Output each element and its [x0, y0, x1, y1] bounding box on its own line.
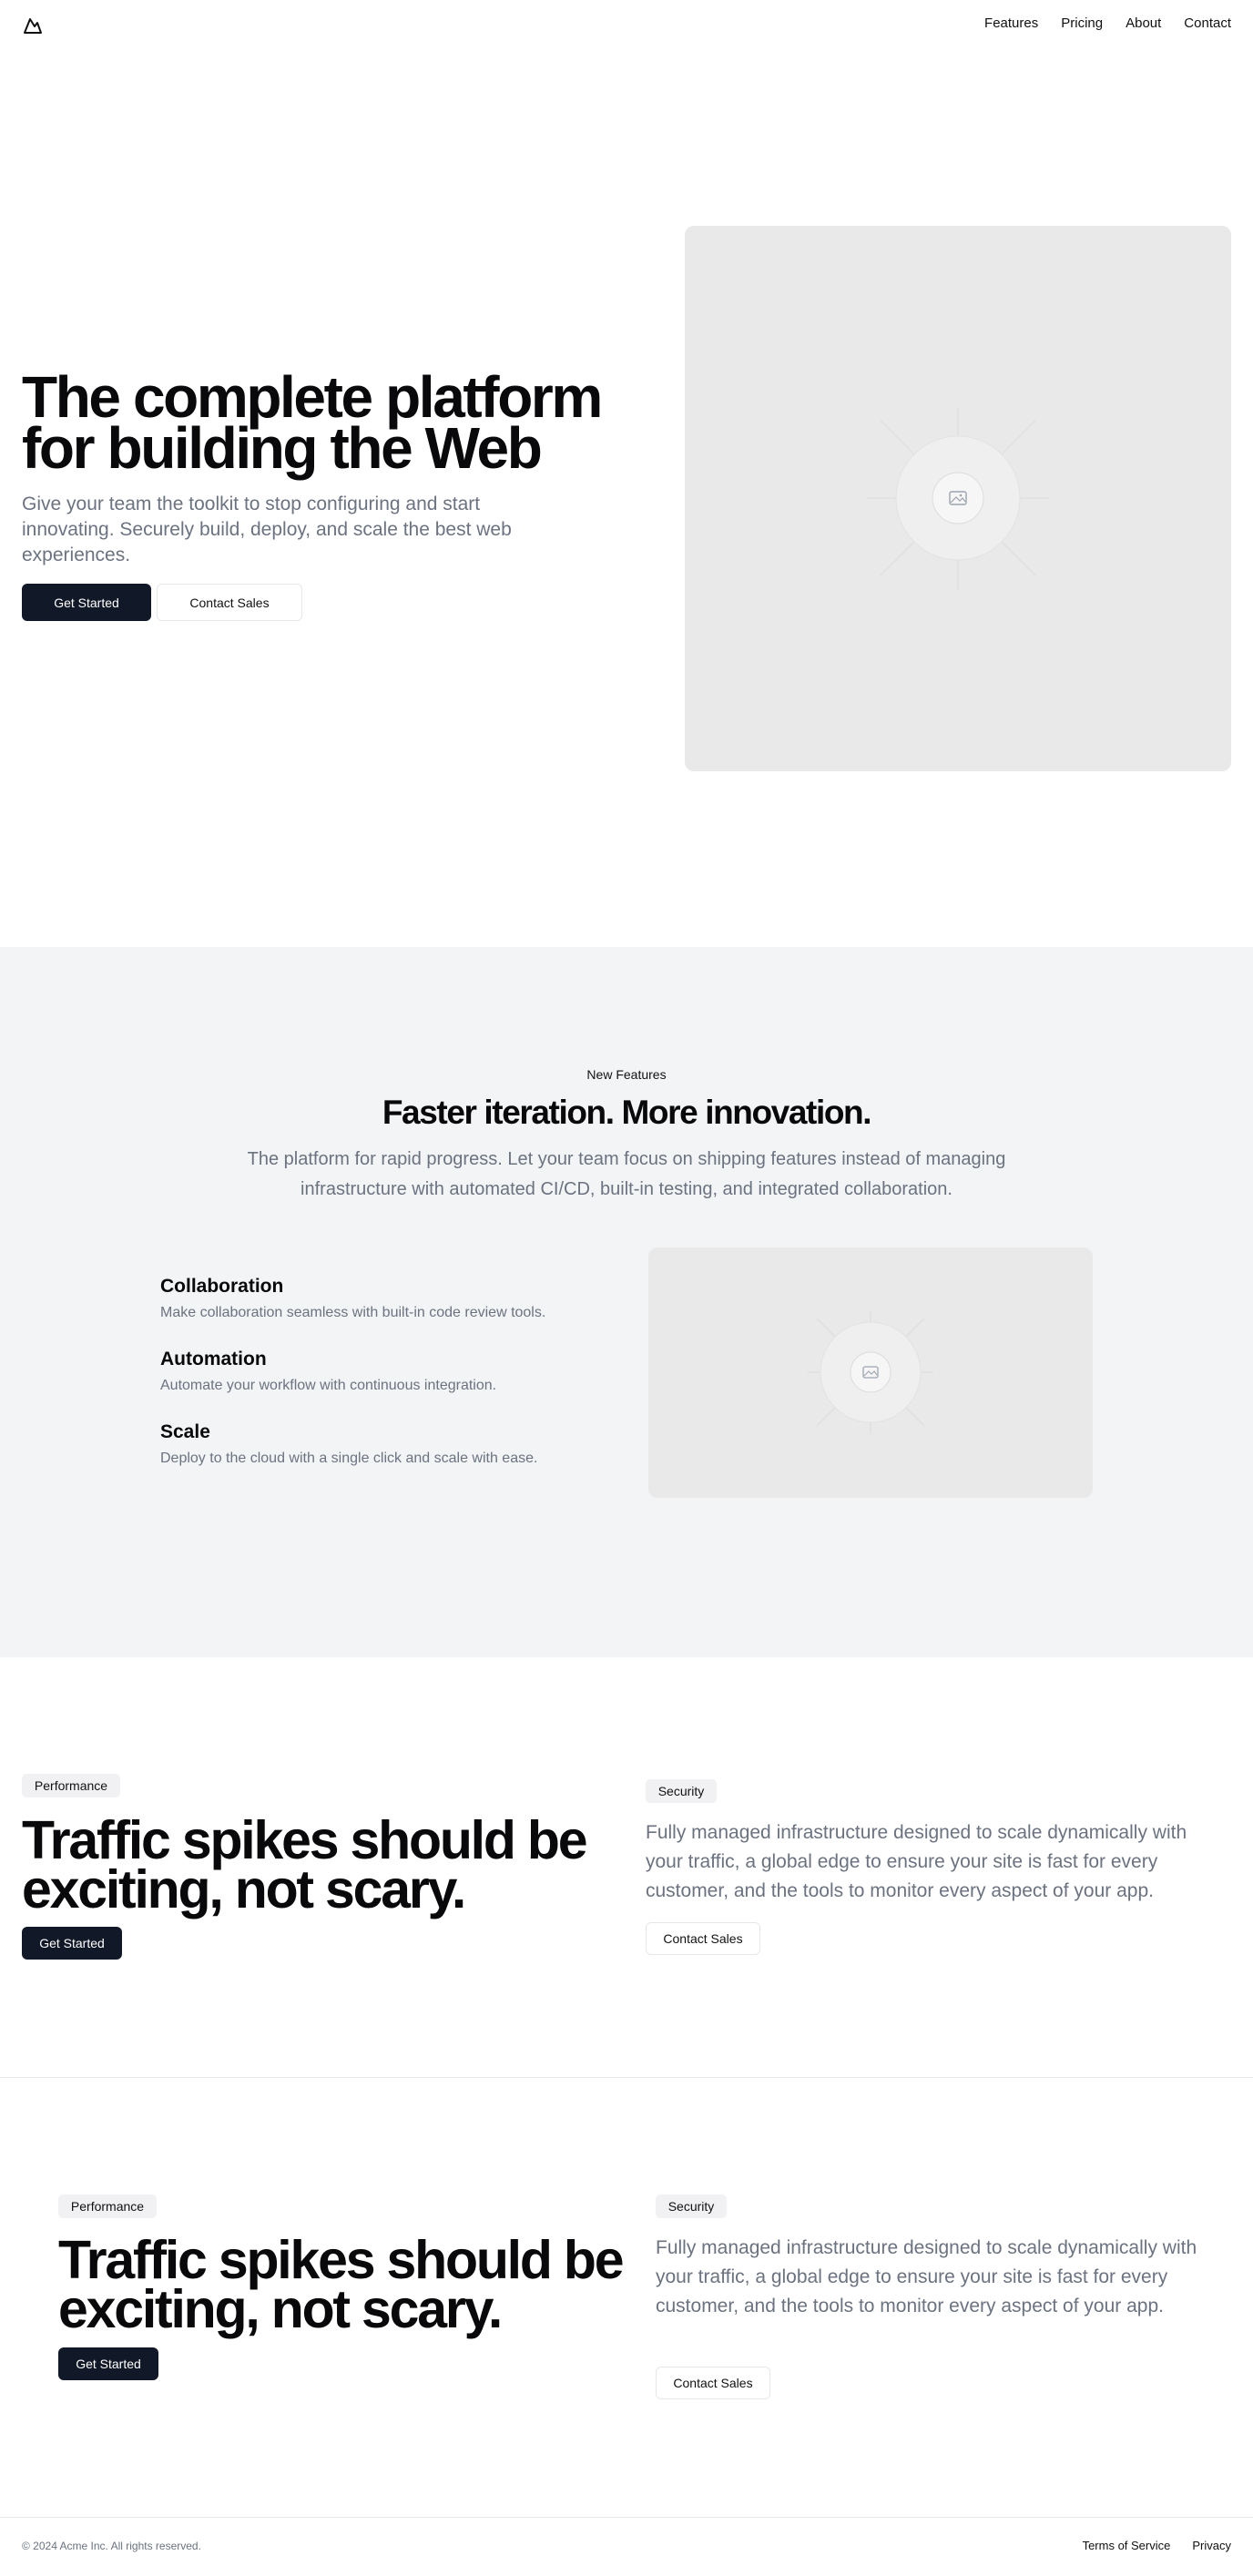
feature-desc-scale: Deploy to the cloud with a single click …: [160, 1451, 538, 1466]
footer-copyright: © 2024 Acme Inc. All rights reserved.: [22, 2540, 201, 2552]
features-eyebrow: New Features: [586, 1067, 667, 1082]
hero-image-placeholder: [685, 226, 1231, 771]
site-header: Features Pricing About Contact: [0, 0, 1253, 51]
badge-security: Security: [646, 1779, 717, 1803]
nav-about[interactable]: About: [1126, 15, 1161, 31]
image-placeholder-icon: [867, 408, 1049, 590]
hero-subtitle: Give your team the toolkit to stop confi…: [22, 494, 512, 565]
image-placeholder-icon: [808, 1311, 933, 1434]
badge-performance: Performance: [58, 2194, 157, 2218]
contact-sales-button[interactable]: Contact Sales: [157, 584, 302, 621]
nav-contact[interactable]: Contact: [1184, 15, 1231, 31]
terms-of-service-link[interactable]: Terms of Service: [1083, 2539, 1171, 2552]
features-title: Faster iteration. More innovation.: [382, 1094, 872, 1131]
cta-text: Fully managed infrastructure designed to…: [656, 2237, 1197, 2316]
cta-text: Fully managed infrastructure designed to…: [646, 1822, 1187, 1901]
get-started-button[interactable]: Get Started: [58, 2347, 158, 2380]
footer-divider: [0, 2517, 1253, 2518]
feature-title-collaboration: Collaboration: [160, 1276, 284, 1297]
features-subtitle: The platform for rapid progress. Let you…: [247, 1149, 1006, 1199]
section-divider: [0, 2077, 1253, 2078]
cta-title: Traffic spikes should be exciting, not s…: [58, 2230, 625, 2339]
mountain-logo-icon[interactable]: [22, 15, 44, 36]
feature-title-automation: Automation: [160, 1349, 267, 1369]
nav-features[interactable]: Features: [984, 15, 1038, 31]
hero-title: The complete platform for building the W…: [22, 364, 603, 481]
cta-title: Traffic spikes should be exciting, not s…: [22, 1810, 588, 1919]
get-started-button[interactable]: Get Started: [22, 1927, 122, 1960]
badge-performance: Performance: [22, 1774, 120, 1797]
feature-desc-collaboration: Make collaboration seamless with built-i…: [160, 1305, 546, 1320]
privacy-link[interactable]: Privacy: [1192, 2539, 1231, 2552]
footer-nav: Terms of Service Privacy: [1083, 2539, 1231, 2552]
feature-desc-automation: Automate your workflow with continuous i…: [160, 1378, 497, 1393]
badge-security: Security: [656, 2194, 727, 2218]
nav-pricing[interactable]: Pricing: [1061, 15, 1103, 31]
get-started-button[interactable]: Get Started: [22, 584, 151, 621]
contact-sales-button[interactable]: Contact Sales: [646, 1922, 760, 1955]
main-nav: Features Pricing About Contact: [984, 15, 1231, 31]
features-image-placeholder: [648, 1247, 1093, 1498]
feature-title-scale: Scale: [160, 1421, 210, 1442]
contact-sales-button[interactable]: Contact Sales: [656, 2367, 770, 2399]
